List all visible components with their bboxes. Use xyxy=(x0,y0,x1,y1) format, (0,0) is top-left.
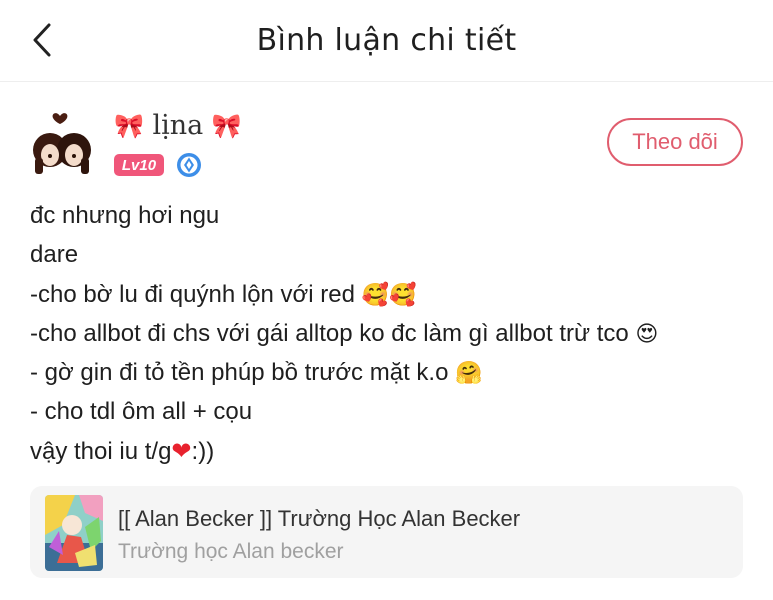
red-heart-icon: ❤ xyxy=(171,437,192,465)
user-name-text: lịna xyxy=(152,110,204,141)
top-bar: Bình luận chi tiết xyxy=(0,0,773,82)
bow-decoration: 🎀 xyxy=(211,112,242,140)
community-card[interactable]: [[ Alan Becker ]] Trường Học Alan Becker… xyxy=(30,486,743,578)
comment-line: đc nhưng hơi ngu xyxy=(30,202,220,229)
community-title: [[ Alan Becker ]] Trường Học Alan Becker xyxy=(118,506,521,531)
rank-badge-icon xyxy=(176,152,202,178)
hugging-face-emoji: 🤗 xyxy=(455,360,483,386)
comment-author: 🎀 lịna 🎀 Lv10 Theo dõi xyxy=(30,104,743,184)
page-title: Bình luận chi tiết xyxy=(256,23,517,58)
follow-button[interactable]: Theo dõi xyxy=(607,118,743,166)
bow-decoration: 🎀 xyxy=(114,112,144,140)
comment-line: - cho tdl ôm all + cọu xyxy=(30,398,253,426)
comment-body: đc nhưng hơi ngu dare -cho bờ lu đi quýn… xyxy=(30,196,750,471)
comment-line: -cho bờ lu đi quýnh lộn với red 🥰🥰 xyxy=(30,280,417,308)
comment-line: dare xyxy=(30,241,79,269)
avatar[interactable] xyxy=(30,106,102,178)
comment-line: -cho allbot đi chs với gái alltop ko đc … xyxy=(30,319,659,347)
comment-line: - gờ gin đi tỏ tền phúp bồ trước mặt k.o… xyxy=(30,359,483,387)
community-thumbnail xyxy=(45,495,103,571)
community-subtitle: Trường học Alan becker xyxy=(118,540,344,563)
user-name[interactable]: 🎀 lịna 🎀 xyxy=(114,110,242,141)
smiling-hearts-emoji: 🥰🥰 xyxy=(361,281,417,307)
level-badge: Lv10 xyxy=(114,154,164,176)
heart-eyes-emoji: 😍 xyxy=(635,320,659,346)
comment-line: vậy thoi iu t/g❤:)) xyxy=(30,437,215,465)
